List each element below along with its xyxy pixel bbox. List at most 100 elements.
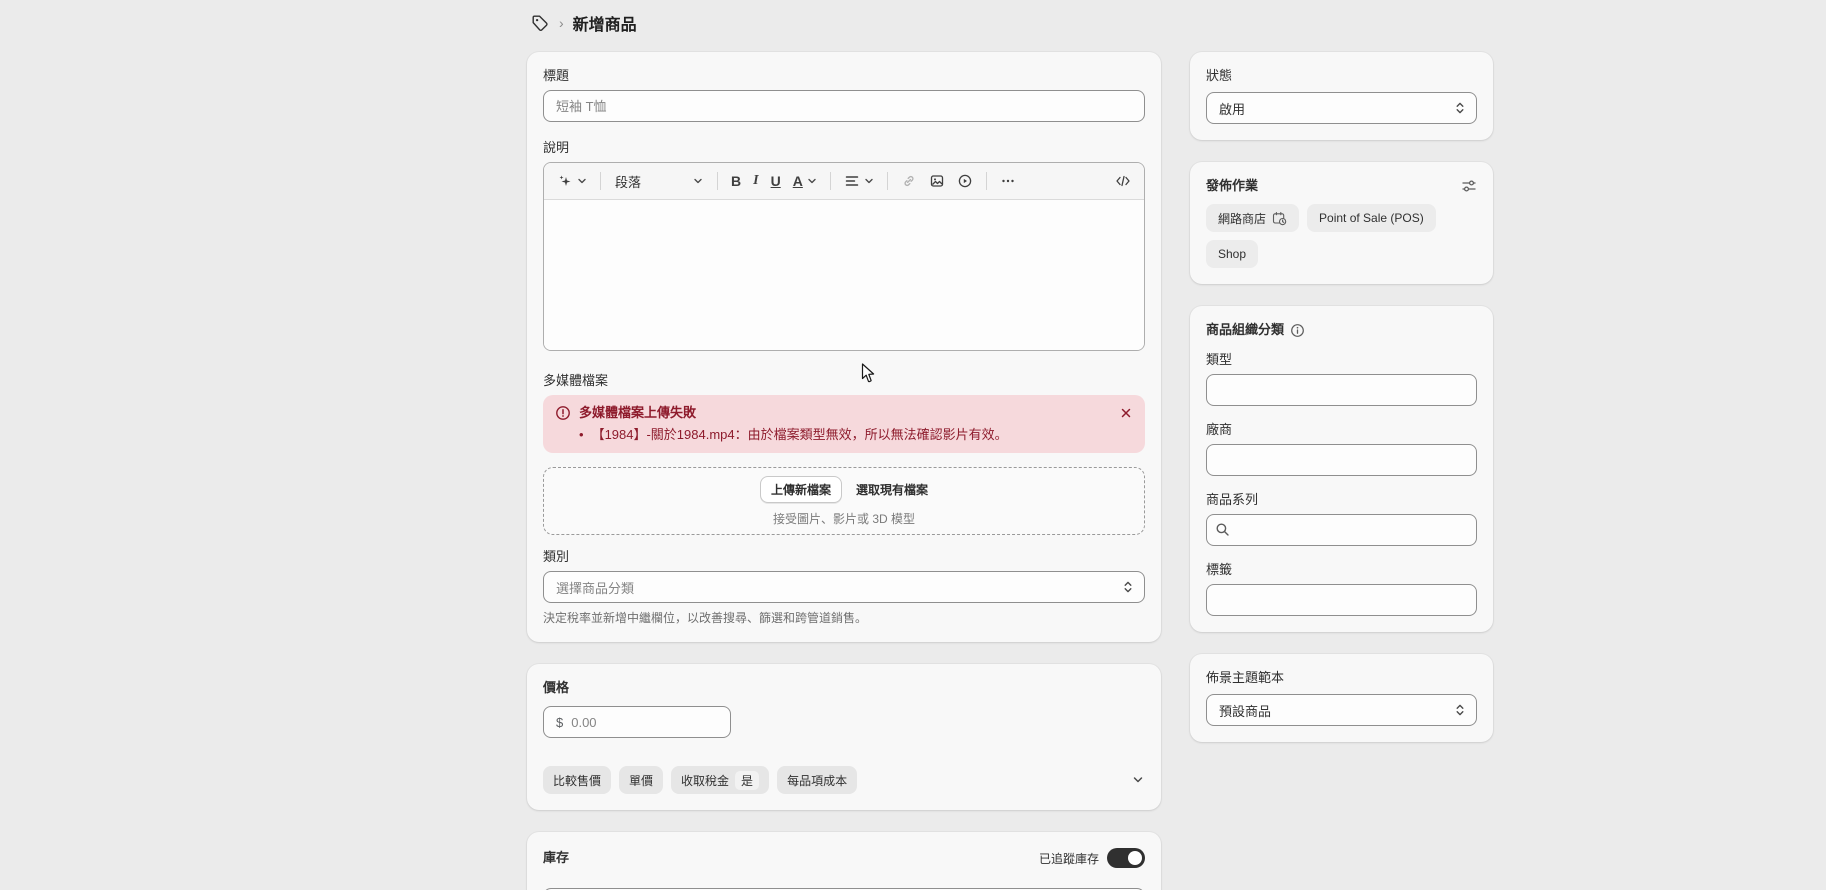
pricing-card: 價格 $ 比較售價 單價 收取稅金 是 每品項成本 [527, 664, 1161, 810]
vendor-label: 廠商 [1206, 422, 1477, 438]
description-textarea[interactable] [544, 200, 1144, 350]
sparkle-icon [557, 173, 573, 189]
sliders-icon[interactable] [1461, 178, 1477, 194]
bullet: • [579, 426, 584, 443]
theme-template-select[interactable]: 預設商品 [1206, 694, 1477, 726]
link-icon [901, 173, 917, 189]
vendor-input[interactable] [1206, 444, 1477, 476]
main-column: 標題 說明 段落 [527, 52, 1161, 890]
italic-button[interactable]: I [748, 169, 763, 193]
unit-price-chip[interactable]: 單價 [619, 766, 663, 794]
inventory-tracked-toggle[interactable] [1107, 848, 1145, 868]
inventory-title: 庫存 [543, 850, 569, 866]
toolbar-divider [717, 172, 718, 190]
upload-new-file-button[interactable]: 上傳新檔案 [760, 476, 842, 503]
insert-video-button[interactable] [952, 169, 978, 193]
expand-pricing-chevron-icon[interactable] [1131, 773, 1145, 787]
page-title: 新增商品 [573, 11, 637, 35]
updown-chevron-icon [1454, 703, 1466, 717]
price-field[interactable]: $ [543, 706, 731, 738]
info-icon[interactable] [1290, 323, 1305, 338]
compare-at-price-chip[interactable]: 比較售價 [543, 766, 611, 794]
dropzone-hint: 接受圖片、影片或 3D 模型 [773, 510, 915, 527]
channel-shop-chip: Shop [1206, 240, 1258, 268]
show-html-button[interactable] [1110, 169, 1136, 193]
charge-tax-chip[interactable]: 收取稅金 是 [671, 766, 769, 794]
updown-chevron-icon [1454, 101, 1466, 115]
error-item-text: 【1984】-關於1984.mp4：由於檔案類型無效，所以無法確認影片有效。 [592, 426, 1008, 443]
description-label: 說明 [543, 140, 1145, 156]
italic-label: I [753, 173, 758, 189]
publishing-title: 發佈作業 [1206, 178, 1258, 194]
channel-online-store-chip: 網路商店 [1206, 204, 1299, 232]
tag-icon[interactable] [530, 13, 550, 33]
channel-online-store-label: 網路商店 [1218, 210, 1266, 227]
more-options-button[interactable] [995, 169, 1021, 193]
breadcrumb-chevron-icon: › [559, 16, 564, 30]
image-icon [929, 173, 945, 189]
inventory-tracked-label: 已追蹤庫存 [1039, 850, 1099, 867]
updown-chevron-icon [1122, 580, 1134, 594]
charge-tax-value: 是 [735, 771, 759, 790]
charge-tax-label: 收取稅金 [681, 772, 729, 789]
toolbar-divider [830, 172, 831, 190]
insert-link-button[interactable] [896, 169, 922, 193]
price-input[interactable] [569, 714, 718, 731]
title-input[interactable] [543, 90, 1145, 122]
video-play-icon [957, 173, 973, 189]
category-placeholder: 選擇商品分類 [556, 578, 634, 597]
code-icon [1115, 173, 1131, 189]
organization-card: 商品組織分類 類型 廠商 商品系列 標籤 [1190, 306, 1493, 632]
tags-input[interactable] [1206, 584, 1477, 616]
tags-label: 標籤 [1206, 562, 1477, 578]
bold-label: B [731, 173, 741, 189]
alert-circle-icon [555, 405, 571, 421]
media-dropzone[interactable]: 上傳新檔案 選取現有檔案 接受圖片、影片或 3D 模型 [543, 467, 1145, 535]
sidebar: 狀態 啟用 發佈作業 網路商店 [1190, 52, 1493, 742]
toolbar-divider [887, 172, 888, 190]
toggle-knob [1128, 851, 1142, 865]
category-help-text: 決定稅率並新增中繼欄位，以改善搜尋、篩選和跨管道銷售。 [543, 611, 1145, 626]
media-label: 多媒體檔案 [543, 373, 1145, 389]
magic-ai-button[interactable] [552, 169, 592, 193]
type-label: 類型 [1206, 352, 1477, 368]
status-label: 狀態 [1206, 68, 1477, 84]
search-icon [1215, 522, 1230, 537]
text-color-label: A [793, 173, 803, 189]
bold-button[interactable]: B [726, 169, 746, 193]
channel-shop-label: Shop [1218, 247, 1246, 261]
text-color-button[interactable]: A [788, 169, 822, 193]
paragraph-style-label: 段落 [615, 172, 641, 191]
type-input[interactable] [1206, 374, 1477, 406]
select-existing-file-button[interactable]: 選取現有檔案 [856, 481, 928, 498]
theme-template-label: 佈景主題範本 [1206, 670, 1477, 686]
insert-image-button[interactable] [924, 169, 950, 193]
chevron-down-icon [693, 176, 703, 186]
pricing-collapsed-row: 比較售價 單價 收取稅金 是 每品項成本 [543, 766, 1145, 794]
channel-pos-chip: Point of Sale (POS) [1307, 204, 1436, 232]
cost-per-item-chip[interactable]: 每品項成本 [777, 766, 857, 794]
category-select[interactable]: 選擇商品分類 [543, 571, 1145, 603]
pricing-title: 價格 [543, 680, 1145, 696]
calendar-clock-icon[interactable] [1272, 211, 1287, 226]
title-label: 標題 [543, 68, 1145, 84]
toolbar-divider [600, 172, 601, 190]
new-product-page: › 新增商品 標題 說明 [0, 0, 1826, 890]
editor-toolbar: 段落 B I U A [544, 163, 1144, 200]
error-item: • 【1984】-關於1984.mp4：由於檔案類型無效，所以無法確認影片有效。 [579, 426, 1133, 443]
paragraph-style-dropdown[interactable]: 段落 [609, 168, 709, 195]
chevron-down-icon [864, 176, 874, 186]
collections-input[interactable] [1206, 514, 1477, 546]
underline-label: U [771, 173, 781, 189]
status-select[interactable]: 啟用 [1206, 92, 1477, 124]
align-left-icon [844, 173, 860, 189]
alignment-button[interactable] [839, 169, 879, 193]
channel-pos-label: Point of Sale (POS) [1319, 211, 1424, 225]
underline-button[interactable]: U [766, 169, 786, 193]
product-details-card: 標題 說明 段落 [527, 52, 1161, 642]
publishing-card: 發佈作業 網路商店 Point of Sale (POS) Shop [1190, 162, 1493, 284]
currency-prefix: $ [556, 715, 563, 730]
close-icon[interactable] [1119, 406, 1133, 420]
collections-label: 商品系列 [1206, 492, 1477, 508]
error-title: 多媒體檔案上傳失敗 [579, 405, 1111, 421]
